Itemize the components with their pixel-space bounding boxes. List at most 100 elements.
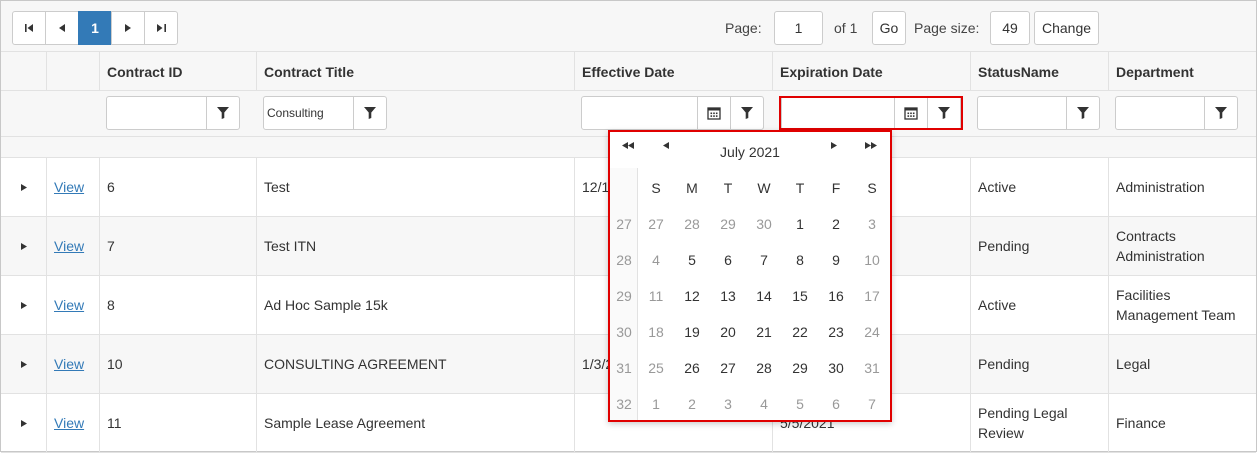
contract-title-cell: Test ITN [256, 217, 575, 275]
next-page-button[interactable] [111, 11, 145, 45]
calendar-day[interactable]: 14 [746, 278, 782, 314]
calendar-day[interactable]: 19 [674, 314, 710, 350]
page-label: Page: [725, 20, 762, 36]
expand-arrow-icon [21, 419, 27, 427]
calendar-day[interactable]: 3 [854, 206, 890, 242]
calendar-day[interactable]: 27 [638, 206, 674, 242]
contract-id-filter-input[interactable] [106, 96, 207, 130]
header-status-name[interactable]: StatusName [970, 52, 1109, 91]
weekday-header: W [757, 180, 771, 196]
header-contract-title[interactable]: Contract Title [256, 52, 575, 91]
header-department[interactable]: Department [1108, 52, 1256, 91]
calendar-day[interactable]: 5 [782, 386, 818, 422]
month-title[interactable]: July 2021 [610, 144, 890, 160]
calendar-day[interactable]: 27 [710, 350, 746, 386]
header-effective-date[interactable]: Effective Date [574, 52, 773, 91]
calendar-day[interactable]: 4 [638, 242, 674, 278]
department-filter-button[interactable] [1204, 96, 1238, 130]
calendar-day[interactable]: 7 [746, 242, 782, 278]
calendar-day[interactable]: 29 [782, 350, 818, 386]
calendar-day[interactable]: 6 [818, 386, 854, 422]
effective-date-calendar-button[interactable] [697, 96, 731, 130]
calendar-day[interactable]: 23 [818, 314, 854, 350]
calendar-day[interactable]: 2 [818, 206, 854, 242]
department-filter-input[interactable] [1115, 96, 1206, 130]
go-button[interactable]: Go [872, 11, 906, 45]
calendar-day[interactable]: 1 [782, 206, 818, 242]
page-count-label: of 1 [834, 20, 858, 36]
calendar-day[interactable]: 30 [746, 206, 782, 242]
week-number-column: 27 28 29 30 31 32 [610, 168, 638, 420]
calendar-day[interactable]: 22 [782, 314, 818, 350]
view-link[interactable]: View [54, 354, 84, 374]
calendar-day[interactable]: 1 [638, 386, 674, 422]
calendar-day[interactable]: 5 [674, 242, 710, 278]
expand-arrow-icon [21, 360, 27, 368]
calendar-day[interactable]: 25 [638, 350, 674, 386]
expand-row-button[interactable] [1, 158, 47, 216]
contract-id-filter-button[interactable] [206, 96, 240, 130]
calendar-day[interactable]: 13 [710, 278, 746, 314]
calendar-day[interactable]: 24 [854, 314, 890, 350]
calendar-day[interactable]: 21 [746, 314, 782, 350]
next-month-button[interactable] [831, 142, 837, 149]
week-number: 27 [616, 216, 632, 232]
calendar-day[interactable]: 7 [854, 386, 890, 422]
calendar-day[interactable]: 26 [674, 350, 710, 386]
page-size-label: Page size: [914, 20, 980, 36]
first-page-button[interactable] [12, 11, 46, 45]
status-filter-button[interactable] [1066, 96, 1100, 130]
last-page-button[interactable] [144, 11, 178, 45]
header-contract-id[interactable]: Contract ID [99, 52, 257, 91]
pager-bar: 1 Page: 1 of 1 Go Page size: 49 Change [1, 1, 1256, 51]
calendar-day[interactable]: 15 [782, 278, 818, 314]
calendar-day[interactable]: 12 [674, 278, 710, 314]
view-link[interactable]: View [54, 177, 84, 197]
prev-page-button[interactable] [45, 11, 79, 45]
weekday-header: S [867, 180, 877, 196]
effective-date-filter-input[interactable] [581, 96, 699, 130]
calendar-day[interactable]: 3 [710, 386, 746, 422]
expand-row-button[interactable] [1, 217, 47, 275]
expand-row-button[interactable] [1, 335, 47, 393]
calendar-day[interactable]: 10 [854, 242, 890, 278]
calendar-day[interactable]: 31 [854, 350, 890, 386]
expand-row-button[interactable] [1, 394, 47, 452]
expand-row-button[interactable] [1, 276, 47, 334]
calendar-day[interactable]: 16 [818, 278, 854, 314]
page-number-button[interactable]: 1 [78, 11, 112, 45]
calendar-day[interactable]: 9 [818, 242, 854, 278]
calendar-day[interactable]: 6 [710, 242, 746, 278]
view-link[interactable]: View [54, 295, 84, 315]
calendar-day[interactable]: 29 [710, 206, 746, 242]
change-button[interactable]: Change [1034, 11, 1099, 45]
next-year-button[interactable] [865, 142, 877, 149]
calendar-day[interactable]: 28 [746, 350, 782, 386]
calendar-day[interactable]: 11 [638, 278, 674, 314]
view-link[interactable]: View [54, 413, 84, 433]
calendar-day[interactable]: 30 [818, 350, 854, 386]
calendar-day[interactable]: 4 [746, 386, 782, 422]
view-link[interactable]: View [54, 236, 84, 256]
calendar-day[interactable]: 2 [674, 386, 710, 422]
view-cell: View [46, 158, 100, 216]
page-size-input[interactable]: 49 [990, 11, 1030, 45]
table-header: Contract ID Contract Title Effective Dat… [1, 51, 1256, 91]
calendar-day[interactable]: 8 [782, 242, 818, 278]
effective-date-filter-button[interactable] [730, 96, 764, 130]
calendar-day[interactable]: 28 [674, 206, 710, 242]
view-cell: View [46, 217, 100, 275]
grid-frame: 1 Page: 1 of 1 Go Page size: 49 Change C… [0, 0, 1257, 453]
first-page-icon [24, 24, 33, 32]
calendar-day[interactable]: 17 [854, 278, 890, 314]
status-filter-input[interactable] [977, 96, 1068, 130]
contract-id-cell: 6 [99, 158, 257, 216]
header-expiration-date[interactable]: Expiration Date [772, 52, 971, 91]
contract-title-filter-input[interactable]: Consulting [263, 96, 354, 130]
department-cell: Finance [1108, 394, 1256, 452]
calendar-day[interactable]: 18 [638, 314, 674, 350]
page-input[interactable]: 1 [774, 11, 823, 45]
calendar-day[interactable]: 20 [710, 314, 746, 350]
contract-title-filter-button[interactable] [353, 96, 387, 130]
expand-arrow-icon [21, 183, 27, 191]
